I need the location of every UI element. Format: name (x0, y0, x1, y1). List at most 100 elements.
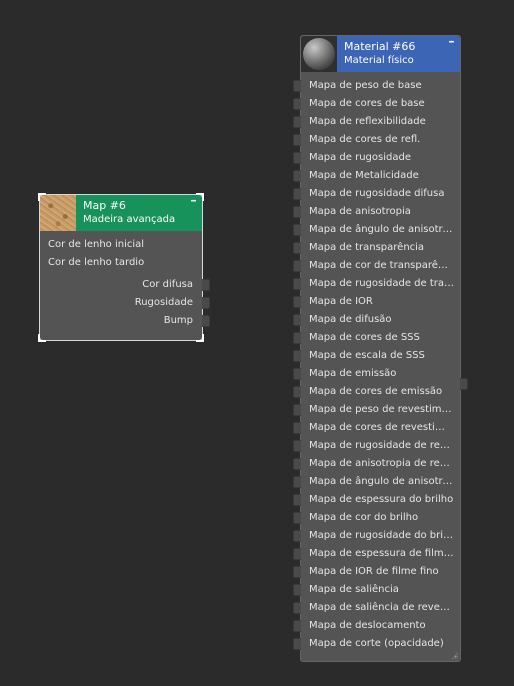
material-input-slot[interactable]: Mapa de anisotropia (293, 203, 460, 221)
input-socket[interactable] (293, 440, 301, 452)
material-input-slot[interactable]: Mapa de transparência (293, 239, 460, 257)
input-socket[interactable] (293, 620, 301, 632)
input-socket[interactable] (293, 98, 301, 110)
material-input-slot[interactable]: Mapa de IOR de filme fino (293, 563, 460, 581)
map-input-slot[interactable]: Cor de lenho inicial (40, 236, 202, 254)
material-input-slot[interactable]: Mapa de rugosidade do brilho (293, 527, 460, 545)
material-input-slot[interactable]: Mapa de cor do brilho (293, 509, 460, 527)
input-socket[interactable] (293, 548, 301, 560)
resize-grip-icon[interactable] (451, 652, 458, 659)
material-node-title: Material #66 (344, 40, 416, 53)
material-input-label: Mapa de cores de emissão (309, 386, 443, 397)
output-socket[interactable] (202, 315, 210, 327)
material-input-label: Mapa de emissão (309, 368, 397, 379)
material-input-slot[interactable]: Mapa de rugosidade de revestimento (293, 437, 460, 455)
input-socket[interactable] (293, 566, 301, 578)
material-input-label: Mapa de Metalicidade (309, 170, 419, 181)
map-output-slot[interactable]: Rugosidade (40, 294, 210, 312)
material-input-label: Mapa de transparência (309, 242, 425, 253)
material-input-slot[interactable]: Mapa de corte (opacidade) (293, 635, 460, 653)
material-input-slot[interactable]: Mapa de rugosidade (293, 149, 460, 167)
material-input-slot[interactable]: Mapa de espessura do brilho (293, 491, 460, 509)
input-socket[interactable] (293, 116, 301, 128)
output-socket[interactable] (460, 378, 468, 390)
minimize-icon[interactable]: – (447, 36, 456, 47)
material-input-slot[interactable]: Mapa de ângulo de anisotropia (293, 221, 460, 239)
material-input-slot[interactable]: Mapa de difusão (293, 311, 460, 329)
map-output-slot[interactable]: Bump (40, 312, 210, 330)
material-input-label: Mapa de cores de base (309, 98, 425, 109)
material-input-slot[interactable]: Mapa de cores de refl. (293, 131, 460, 149)
input-socket[interactable] (293, 602, 301, 614)
material-input-slot[interactable]: Mapa de escala de SSS (293, 347, 460, 365)
input-socket[interactable] (293, 206, 301, 218)
material-input-slot[interactable]: Mapa de cores de revestimento (293, 419, 460, 437)
map-output-slot[interactable]: Cor difusa (40, 276, 210, 294)
input-socket[interactable] (293, 170, 301, 182)
input-socket[interactable] (293, 152, 301, 164)
material-input-label: Mapa de deslocamento (309, 620, 426, 631)
material-input-label: Mapa de ângulo de anisotropia de revesti… (309, 476, 460, 487)
input-socket[interactable] (293, 422, 301, 434)
input-socket[interactable] (293, 314, 301, 326)
input-socket[interactable] (293, 224, 301, 236)
input-socket[interactable] (293, 458, 301, 470)
material-node[interactable]: Material #66 Material físico – Mapa de p… (293, 35, 468, 662)
input-socket[interactable] (293, 350, 301, 362)
material-input-list: Mapa de peso de base Mapa de cores de bas… (293, 72, 468, 653)
material-input-slot[interactable]: Mapa de emissão (293, 365, 460, 383)
input-socket[interactable] (293, 296, 301, 308)
material-input-label: Mapa de escala de SSS (309, 350, 425, 361)
input-socket[interactable] (293, 278, 301, 290)
material-input-slot[interactable]: Mapa de rugosidade difusa (293, 185, 460, 203)
output-socket[interactable] (202, 279, 210, 291)
material-input-label: Mapa de rugosidade de revestimento (309, 440, 460, 451)
node-editor-canvas[interactable]: Map #6 Madeira avançada – Cor de lenho i… (0, 0, 514, 686)
material-input-slot[interactable]: Mapa de peso de base (293, 77, 460, 95)
material-input-slot[interactable]: Mapa de cores de base (293, 95, 460, 113)
material-input-slot[interactable]: Mapa de espessura de filme fino (293, 545, 460, 563)
material-input-slot[interactable]: Mapa de peso de revestimento (293, 401, 460, 419)
minimize-icon[interactable]: – (189, 195, 198, 206)
input-socket[interactable] (293, 368, 301, 380)
input-socket[interactable] (293, 638, 301, 650)
material-input-slot[interactable]: Mapa de saliência (293, 581, 460, 599)
input-socket[interactable] (293, 476, 301, 488)
material-input-slot[interactable]: Mapa de IOR (293, 293, 460, 311)
material-input-label: Mapa de peso de base (309, 80, 422, 91)
material-input-label: Mapa de espessura de filme fino (309, 548, 460, 559)
material-input-label: Mapa de anisotropia de revestimento (309, 458, 460, 469)
input-socket[interactable] (293, 332, 301, 344)
material-input-slot[interactable]: Mapa de rugosidade de transparência (293, 275, 460, 293)
input-socket[interactable] (293, 80, 301, 92)
material-input-label: Mapa de ângulo de anisotropia (309, 224, 460, 235)
map-input-slot[interactable]: Cor de lenho tardio (40, 254, 202, 272)
material-input-label: Mapa de rugosidade de transparência (309, 278, 460, 289)
input-socket[interactable] (293, 512, 301, 524)
input-socket[interactable] (293, 188, 301, 200)
material-input-slot[interactable]: Mapa de saliência de revestimento (293, 599, 460, 617)
material-input-label: Mapa de peso de revestimento (309, 404, 460, 415)
map-node-header[interactable]: Map #6 Madeira avançada – (40, 195, 202, 231)
input-socket[interactable] (293, 404, 301, 416)
input-socket[interactable] (293, 386, 301, 398)
material-input-slot[interactable]: Mapa de Metalicidade (293, 167, 460, 185)
material-input-slot[interactable]: Mapa de anisotropia de revestimento (293, 455, 460, 473)
material-node-header[interactable]: Material #66 Material físico – (301, 36, 460, 72)
material-input-slot[interactable]: Mapa de deslocamento (293, 617, 460, 635)
map-output-label: Rugosidade (134, 297, 193, 308)
input-socket[interactable] (293, 134, 301, 146)
material-input-slot[interactable]: Mapa de cores de emissão (293, 383, 460, 401)
material-input-slot[interactable]: Mapa de cores de SSS (293, 329, 460, 347)
material-input-slot[interactable]: Mapa de cor de transparência (293, 257, 460, 275)
material-input-slot[interactable]: Mapa de reflexibilidade (293, 113, 460, 131)
input-socket[interactable] (293, 584, 301, 596)
input-socket[interactable] (293, 494, 301, 506)
input-socket[interactable] (293, 242, 301, 254)
input-socket[interactable] (293, 260, 301, 272)
material-input-label: Mapa de cores de revestimento (309, 422, 460, 433)
material-input-slot[interactable]: Mapa de ângulo de anisotropia de revesti… (293, 473, 460, 491)
output-socket[interactable] (202, 297, 210, 309)
map-node[interactable]: Map #6 Madeira avançada – Cor de lenho i… (38, 193, 210, 342)
input-socket[interactable] (293, 530, 301, 542)
